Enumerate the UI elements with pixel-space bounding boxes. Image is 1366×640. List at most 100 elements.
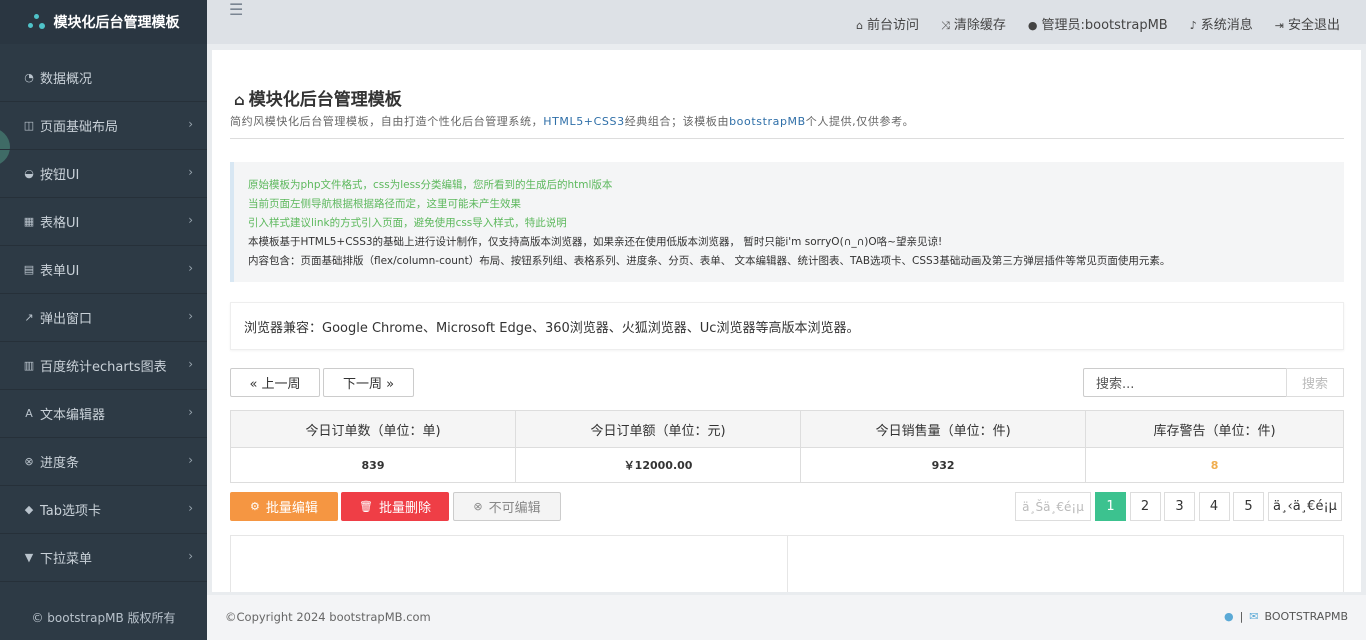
- next-week-button[interactable]: 下一周 »: [323, 368, 414, 397]
- chevron-right-icon: ›: [188, 549, 193, 563]
- divider: [230, 138, 1344, 139]
- prev-week-button[interactable]: « 上一周: [230, 368, 320, 397]
- top-link-2[interactable]: ● 管理员:bootstrapMB: [1028, 14, 1168, 33]
- stats-header: 今日订单数（单位：单): [229, 410, 517, 448]
- footer-right: ● | ✉ BOOTSTRAPMB: [1224, 610, 1348, 623]
- envelope-icon[interactable]: ✉: [1249, 610, 1258, 623]
- browser-compat-text: 浏览器兼容：Google Chrome、Microsoft Edge、360浏览…: [230, 302, 1344, 350]
- pagination-page[interactable]: 3: [1164, 492, 1195, 521]
- footer: ©Copyright 2024 bootstrapMB.com ● | ✉ BO…: [207, 595, 1366, 640]
- times-circle-icon: ⊗: [473, 500, 483, 513]
- notice-line: 当前页面左侧导航根据根据路径而定，这里可能未产生效果: [248, 198, 521, 210]
- panel-right: [786, 536, 1344, 592]
- top-link-1[interactable]: ⤨ 清除缓存: [941, 14, 1006, 33]
- stats-value: ￥12000.00: [515, 447, 802, 483]
- sidebar-item-8[interactable]: ⊗ 进度条 ›: [0, 438, 207, 486]
- sidebar-item-4[interactable]: ▤ 表单UI ›: [0, 246, 207, 294]
- sidebar-item-label: 表单UI: [40, 264, 80, 279]
- bar-chart-icon: ▥: [23, 359, 35, 372]
- top-nav: ⌂ 前台访问 ⤨ 清除缓存 ● 管理员:bootstrapMB ♪ 系统消息 ⇥ 安全退出: [856, 14, 1340, 33]
- notice-line: 原始模板为php文件格式，css为less分类编辑，您所看到的生成后的html版…: [248, 179, 613, 191]
- search-button[interactable]: 搜索: [1286, 368, 1344, 397]
- footer-brand: BOOTSTRAPMB: [1264, 610, 1348, 623]
- sidebar-item-1[interactable]: ◫ 页面基础布局 ›: [0, 102, 207, 150]
- binoculars-icon: ⊗: [24, 455, 34, 468]
- page-subtitle: 简约风模快化后台管理模板，自由打造个性化后台管理系统，HTML5+CSS3经典组…: [230, 115, 915, 128]
- topbar: ☰ ⌂ 前台访问 ⤨ 清除缓存 ● 管理员:bootstrapMB ♪ 系统消息 ⇥ 安全退出: [207, 0, 1366, 44]
- sign-out-icon: ⇥: [1274, 19, 1284, 32]
- chevron-right-icon: ›: [188, 213, 193, 227]
- sidebar-item-label: Tab选项卡: [40, 504, 102, 519]
- chevron-right-icon: ›: [188, 453, 193, 467]
- inbox-icon: ◒: [24, 167, 34, 180]
- user-icon: ●: [1027, 19, 1038, 32]
- sidebar-item-7[interactable]: A 文本编辑器 ›: [0, 390, 207, 438]
- chevron-right-icon: ›: [188, 309, 193, 323]
- chevron-right-icon: ›: [188, 165, 193, 179]
- sidebar-menu: ◔ 数据概况 ◫ 页面基础布局 › ◒ 按钮UI › ▦ 表格UI › ▤ 表单UI › ↗ 弹出窗口 › ▥ 百度…: [0, 54, 207, 582]
- pagination-page[interactable]: 4: [1198, 492, 1230, 521]
- user-icon[interactable]: ●: [1224, 610, 1234, 623]
- sidebar-item-3[interactable]: ▦ 表格UI ›: [0, 198, 207, 246]
- stats-header: 今日订单额（单位：元): [515, 410, 802, 448]
- footer-copyright: ©Copyright 2024 bootstrapMB.com: [225, 610, 431, 624]
- notice-line: 本模板基于HTML5+CSS3的基础上进行设计制作，仅支持高版本浏览器，如果亲还…: [248, 236, 943, 248]
- top-link-4[interactable]: ⇥ 安全退出: [1275, 14, 1340, 33]
- notice-line: 引入样式建议link的方式引入页面，避免使用css导入样式，特此说明: [248, 217, 567, 229]
- columns-icon: ◫: [23, 119, 35, 132]
- sidebar-copyright: © bootstrapMB 版权所有: [31, 611, 176, 625]
- top-link-3[interactable]: ♪ 系统消息: [1190, 14, 1253, 33]
- table-icon: ▦: [23, 215, 35, 228]
- pagination-page[interactable]: 5: [1233, 492, 1264, 521]
- chevron-right-icon: ›: [188, 405, 193, 419]
- sidebar-item-label: 进度条: [40, 456, 80, 471]
- batch-delete-button[interactable]: 🗑 批量删除: [341, 492, 449, 521]
- stats-value: 839: [229, 447, 517, 483]
- panel-left: [231, 536, 787, 592]
- pagination-next[interactable]: ä¸‹ä¸€é¡µ: [1268, 492, 1342, 521]
- not-editable-button[interactable]: ⊗ 不可编辑: [453, 492, 561, 521]
- sidebar-item-label: 数据概况: [40, 72, 93, 87]
- batch-edit-button[interactable]: ⚙ 批量编辑: [230, 492, 338, 521]
- notice-box: 原始模板为php文件格式，css为less分类编辑，您所看到的生成后的html版…: [230, 162, 1344, 282]
- pagination-prev[interactable]: ä¸Šä¸€é¡µ: [1015, 492, 1091, 521]
- sidebar-item-0[interactable]: ◔ 数据概况: [0, 54, 207, 102]
- sidebar: 模块化后台管理模板 ◔ 数据概况 ◫ 页面基础布局 › ◒ 按钮UI › ▦ 表格UI › ▤ 表单UI…: [0, 0, 207, 640]
- stats-header: 今日销售量（单位：件): [800, 410, 1087, 448]
- brand-title: 模块化后台管理模板: [53, 15, 180, 31]
- sidebar-item-5[interactable]: ↗ 弹出窗口 ›: [0, 294, 207, 342]
- external-link-icon: ↗: [24, 311, 34, 324]
- sidebar-item-9[interactable]: ◆ Tab选项卡 ›: [0, 486, 207, 534]
- bell-icon: ♪: [1189, 19, 1197, 32]
- pagination-page[interactable]: 2: [1129, 492, 1161, 521]
- stats-header: 库存警告（单位：件): [1085, 410, 1344, 448]
- brand[interactable]: 模块化后台管理模板: [0, 0, 207, 44]
- logo-icon: [27, 14, 46, 30]
- sidebar-item-6[interactable]: ▥ 百度统计echarts图表 ›: [0, 342, 207, 390]
- page-title: ⌂ 模块化后台管理模板: [234, 90, 402, 110]
- chevron-right-icon: ›: [188, 357, 193, 371]
- separator: |: [1239, 610, 1244, 623]
- dashboard-icon: ◔: [24, 71, 34, 84]
- notice-line: 内容包含：页面基础排版（flex/column-count）布局、按钮系列组、表…: [248, 255, 1171, 267]
- pagination-page[interactable]: 1: [1095, 492, 1126, 521]
- home-icon: ⌂: [856, 19, 864, 32]
- stats-value: 932: [800, 447, 1087, 483]
- sidebar-item-10[interactable]: ▼ 下拉菜单 ›: [0, 534, 207, 582]
- search-input[interactable]: 搜索...: [1083, 368, 1287, 397]
- chevron-right-icon: ›: [188, 261, 193, 275]
- sidebar-item-label: 百度统计echarts图表: [40, 360, 167, 375]
- chevron-right-icon: ›: [188, 501, 193, 515]
- list-alt-icon: ▤: [23, 263, 35, 276]
- random-icon: ⤨: [941, 19, 950, 32]
- sidebar-item-label: 下拉菜单: [40, 552, 93, 567]
- gear-icon: ⚙: [250, 500, 260, 513]
- top-link-0[interactable]: ⌂ 前台访问: [856, 14, 919, 33]
- sidebar-item-label: 按钮UI: [40, 168, 80, 183]
- sidebar-item-label: 文本编辑器: [40, 408, 106, 423]
- bars-icon[interactable]: ☰: [229, 0, 243, 19]
- sidebar-item-label: 表格UI: [40, 216, 80, 231]
- home-icon: ⌂: [234, 91, 245, 109]
- filter-icon: ▼: [24, 551, 34, 564]
- sidebar-item-2[interactable]: ◒ 按钮UI ›: [0, 150, 207, 198]
